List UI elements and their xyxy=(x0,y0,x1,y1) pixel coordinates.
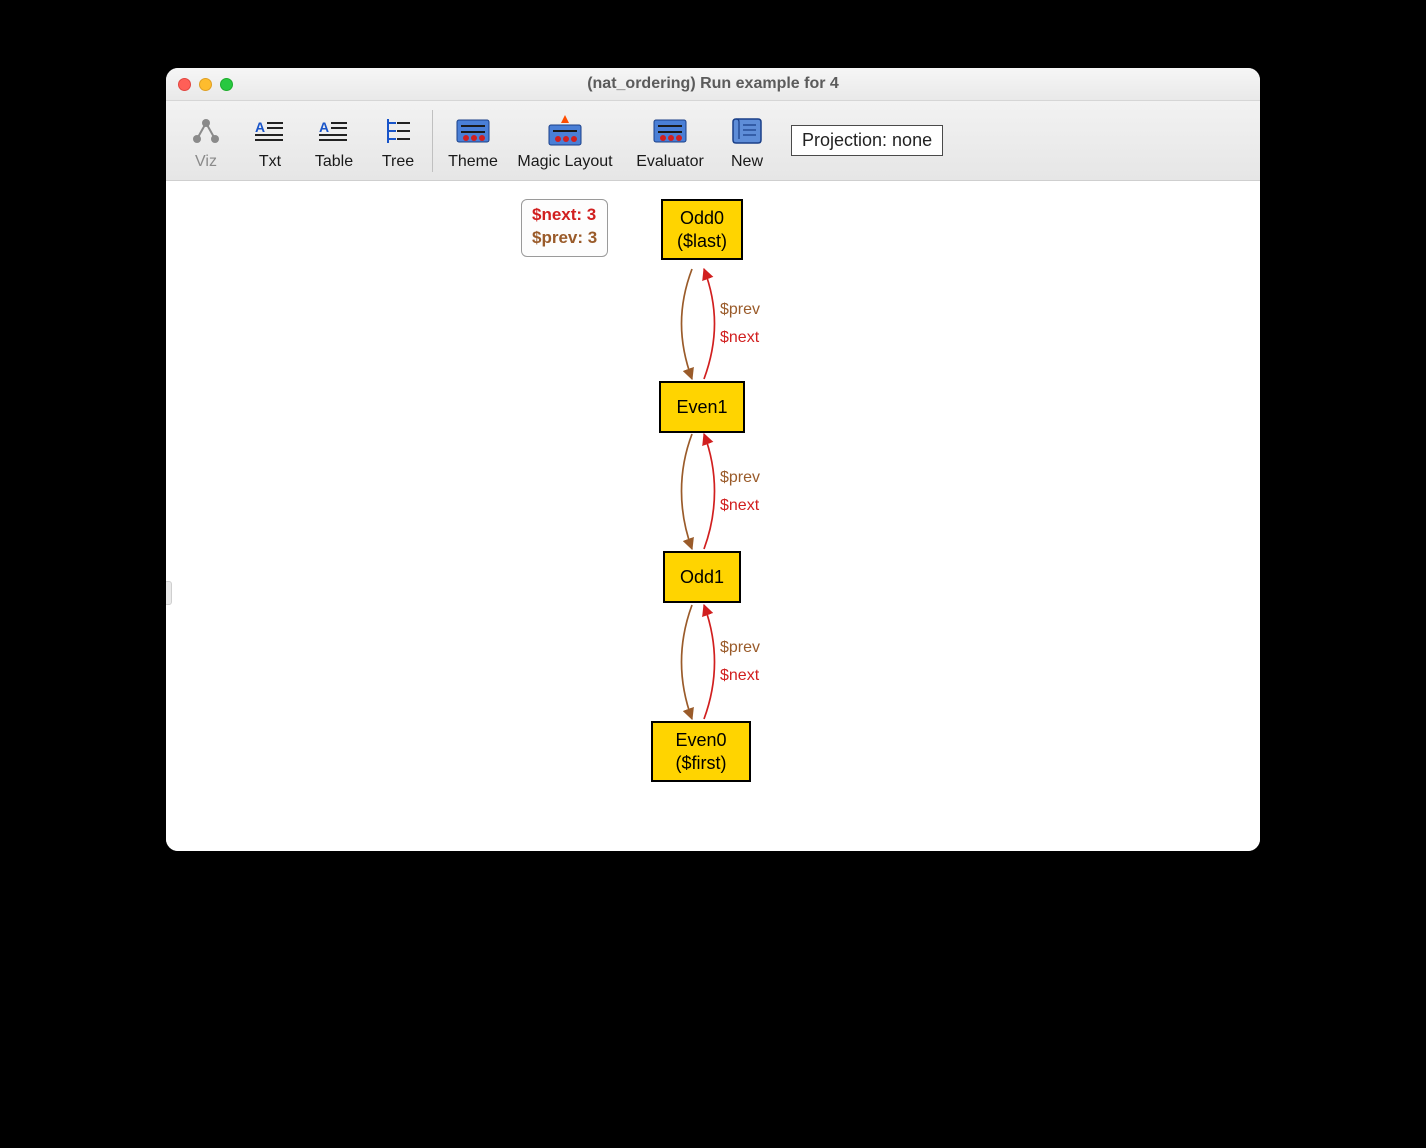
evaluator-button[interactable]: Evaluator xyxy=(625,105,715,177)
titlebar: (nat_ordering) Run example for 4 xyxy=(166,68,1260,101)
viz-icon xyxy=(184,111,228,151)
graph-node-odd0[interactable]: Odd0 ($last) xyxy=(661,199,743,260)
graph-node-odd1[interactable]: Odd1 xyxy=(663,551,741,603)
new-button[interactable]: New xyxy=(715,105,779,177)
node-subtitle: ($last) xyxy=(677,230,727,253)
minimize-button[interactable] xyxy=(199,78,212,91)
app-window: (nat_ordering) Run example for 4 Viz xyxy=(166,68,1260,851)
table-label: Table xyxy=(315,153,353,171)
edge-label-prev: $prev xyxy=(720,301,760,319)
table-button[interactable]: A Table xyxy=(302,105,366,177)
node-title: Odd0 xyxy=(680,207,724,230)
info-next: $next: 3 xyxy=(532,204,597,227)
svg-text:A: A xyxy=(319,119,329,135)
evaluator-label: Evaluator xyxy=(636,153,704,171)
graph-node-even0[interactable]: Even0 ($first) xyxy=(651,721,751,782)
magic-layout-label: Magic Layout xyxy=(517,153,612,171)
close-button[interactable] xyxy=(178,78,191,91)
magic-layout-button[interactable]: Magic Layout xyxy=(505,105,625,177)
magic-layout-icon xyxy=(543,111,587,151)
node-title: Odd1 xyxy=(680,566,724,589)
info-prev: $prev: 3 xyxy=(532,227,597,250)
viz-button[interactable]: Viz xyxy=(174,105,238,177)
edge-label-next: $next xyxy=(720,667,759,685)
side-split-handle[interactable] xyxy=(166,581,172,605)
projection-label: Projection: none xyxy=(802,130,932,150)
graph-node-even1[interactable]: Even1 xyxy=(659,381,745,433)
tree-button[interactable]: Tree xyxy=(366,105,430,177)
graph-canvas[interactable]: $next: 3 $prev: 3 Odd0 xyxy=(166,181,1260,851)
svg-text:A: A xyxy=(255,119,265,135)
theme-button[interactable]: Theme xyxy=(441,105,505,177)
tree-icon xyxy=(376,111,420,151)
txt-button[interactable]: A Txt xyxy=(238,105,302,177)
toolbar-group-view: Viz A Txt A xyxy=(174,101,430,180)
txt-icon: A xyxy=(248,111,292,151)
toolbar: Viz A Txt A xyxy=(166,101,1260,181)
info-box: $next: 3 $prev: 3 xyxy=(521,199,608,257)
toolbar-group-layout: Theme Magic Layout xyxy=(441,101,943,180)
projection-select[interactable]: Projection: none xyxy=(791,125,943,156)
theme-label: Theme xyxy=(448,153,498,171)
theme-icon xyxy=(451,111,495,151)
node-title: Even0 xyxy=(675,729,726,752)
edge-label-prev: $prev xyxy=(720,639,760,657)
edge-label-next: $next xyxy=(720,329,759,347)
viz-label: Viz xyxy=(195,153,217,171)
txt-label: Txt xyxy=(259,153,281,171)
scroll-icon xyxy=(725,111,769,151)
node-title: Even1 xyxy=(676,396,727,419)
window-title: (nat_ordering) Run example for 4 xyxy=(166,75,1260,93)
table-icon: A xyxy=(312,111,356,151)
edge-label-prev: $prev xyxy=(720,469,760,487)
maximize-button[interactable] xyxy=(220,78,233,91)
edge-label-next: $next xyxy=(720,497,759,515)
tree-label: Tree xyxy=(382,153,414,171)
evaluator-icon xyxy=(648,111,692,151)
node-subtitle: ($first) xyxy=(676,752,727,775)
new-label: New xyxy=(731,153,763,171)
toolbar-separator-1 xyxy=(432,110,433,172)
traffic-lights xyxy=(178,78,233,91)
